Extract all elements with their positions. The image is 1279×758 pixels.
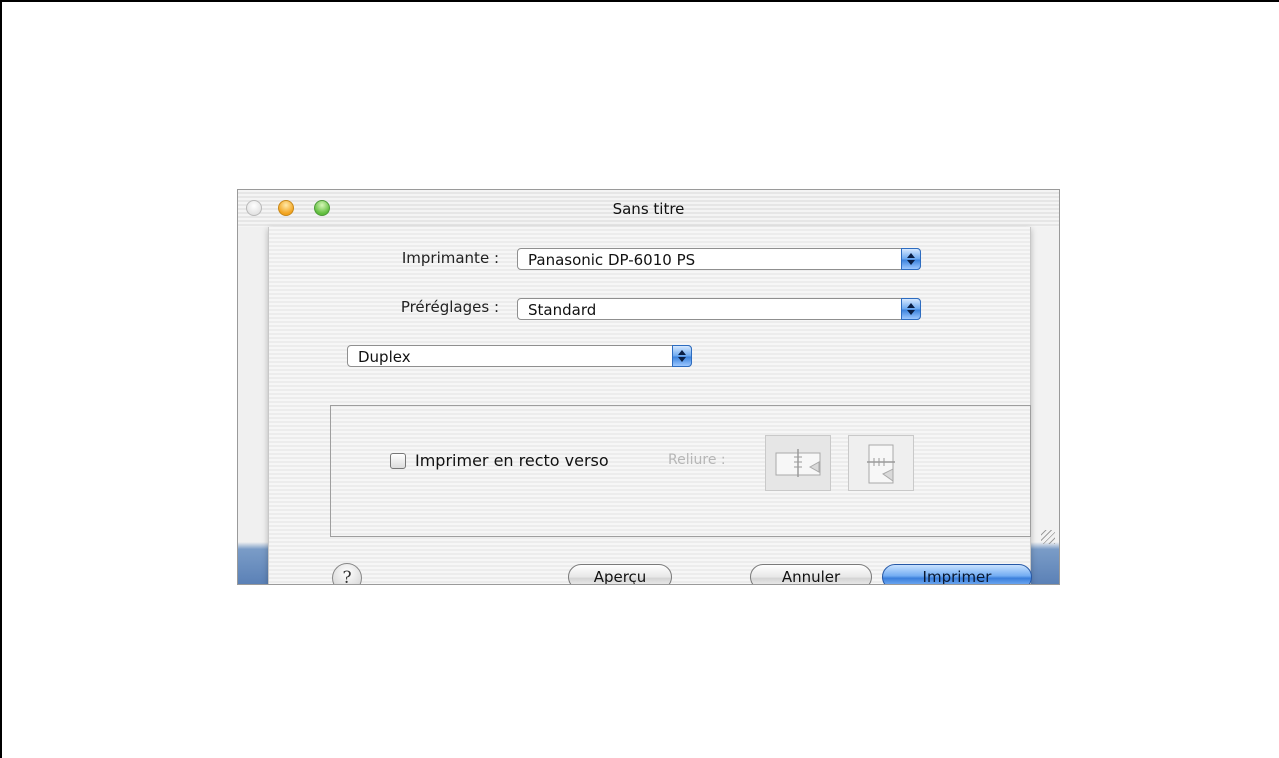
panel-popup[interactable]: Duplex [347, 345, 692, 367]
popup-arrows-icon [901, 298, 921, 320]
duplex-checkbox[interactable] [390, 453, 406, 469]
presets-popup[interactable]: Standard [517, 298, 921, 320]
short-edge-binding-icon [867, 444, 895, 484]
cancel-button[interactable]: Annuler [750, 564, 872, 584]
resize-grip-icon[interactable] [1041, 530, 1055, 544]
print-dialog-window: Sans titre Imprimante : Panasonic DP-601… [237, 189, 1060, 585]
document-background-left [238, 227, 268, 584]
duplex-group-box [330, 405, 1031, 537]
panel-popup-value: Duplex [358, 348, 411, 366]
print-button[interactable]: Imprimer [882, 564, 1032, 584]
printer-label: Imprimante : [401, 249, 499, 267]
help-button[interactable]: ? [332, 563, 362, 584]
window-title: Sans titre [612, 200, 685, 218]
duplex-checkbox-label[interactable]: Imprimer en recto verso [415, 451, 609, 470]
long-edge-binding-icon [775, 449, 821, 477]
print-sheet: Imprimante : Panasonic DP-6010 PS Prérég… [268, 227, 1032, 584]
title-bar[interactable]: Sans titre [238, 190, 1059, 228]
preview-button[interactable]: Aperçu [568, 564, 672, 584]
printer-popup[interactable]: Panasonic DP-6010 PS [517, 248, 921, 270]
presets-popup-value: Standard [528, 301, 597, 319]
presets-label: Préréglages : [400, 298, 499, 316]
binding-label: Reliure : [668, 452, 726, 468]
popup-arrows-icon [672, 345, 692, 367]
printer-popup-value: Panasonic DP-6010 PS [528, 251, 696, 269]
long-edge-binding-button[interactable] [765, 435, 831, 491]
short-edge-binding-button[interactable] [848, 435, 914, 491]
popup-arrows-icon [901, 248, 921, 270]
